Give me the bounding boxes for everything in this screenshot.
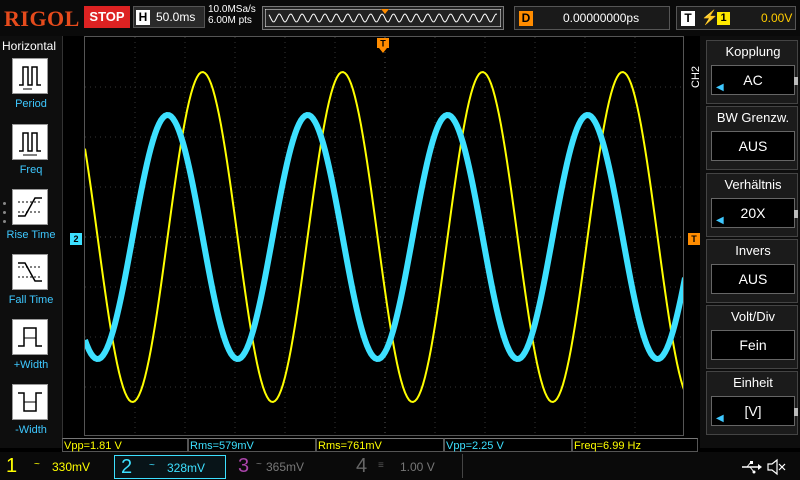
menu-item-label: Fall Time — [8, 294, 54, 306]
brand-logo: RIGOL — [4, 6, 80, 31]
timebase-box[interactable]: H 50.0ms — [133, 6, 205, 28]
trigger-label: T — [681, 11, 695, 26]
freq-icon — [12, 124, 48, 160]
menu-item-period[interactable]: Period — [0, 58, 62, 122]
delay-value: 0.00000000ps — [563, 11, 640, 25]
menu-item-probe-ratio[interactable]: Verhältnis ◀ 20X — [706, 173, 798, 237]
left-menu-title: Horizontal — [2, 39, 57, 53]
memory-overview-bar[interactable] — [262, 6, 504, 30]
memory-trigger-icon — [381, 9, 389, 14]
menu-item-bandwidth-limit[interactable]: BW Grenzw. AUS — [706, 106, 798, 170]
fall-time-icon — [12, 254, 48, 290]
menu-item-title: Volt/Div — [730, 309, 776, 324]
left-menu: Horizontal Period Freq Rise Time Fall Ti… — [0, 36, 63, 448]
measurement-item[interactable]: Rms=579mV — [188, 438, 316, 452]
trigger-position-icon[interactable]: T — [377, 38, 389, 54]
waveform-canvas — [85, 37, 683, 435]
channel-number: 2 — [121, 456, 133, 478]
rise-time-icon — [12, 189, 48, 225]
menu-item-label: Freq — [19, 164, 43, 176]
channel-scale: 330mV — [52, 460, 91, 474]
menu-item-fall-time[interactable]: Fall Time — [0, 254, 62, 318]
menu-item-unit[interactable]: Einheit ◀ [V] — [706, 371, 798, 435]
waveform-display[interactable] — [84, 36, 684, 436]
menu-item-label: -Width — [15, 424, 47, 436]
menu-item-value: AUS — [711, 264, 795, 294]
menu-item-title: Verhältnis — [724, 177, 782, 192]
top-status-bar: RIGOL STOP H 50.0ms 10.0MSa/s 6.00M pts … — [0, 0, 800, 36]
channel-bar: 1 ~ 330mV 2 ~ 328mV 3 ~ 365mV 4 ≡ 1.00 V — [0, 452, 800, 480]
delay-box[interactable]: D 0.00000000ps — [514, 6, 670, 30]
trigger-level-marker[interactable]: T — [688, 233, 700, 245]
ac-coupling-icon: ~ — [256, 459, 262, 470]
side-indicator — [794, 77, 798, 85]
channel-scale: 1.00 V — [400, 460, 435, 474]
menu-item-positive-width[interactable]: +Width — [0, 319, 62, 383]
menu-item-title: Invers — [735, 243, 771, 258]
divider — [462, 454, 463, 478]
measurement-bar: Vpp=1.81 V Rms=579mV Rms=761mV Vpp=2.25 … — [62, 438, 698, 452]
menu-item-coupling[interactable]: Kopplung ◀ AC — [706, 40, 798, 104]
right-menu: Kopplung ◀ AC BW Grenzw. AUS Verhältnis ◀… — [700, 36, 800, 448]
run-stop-button[interactable]: STOP — [84, 6, 130, 28]
menu-item-value: AUS — [711, 131, 795, 161]
menu-item-rise-time[interactable]: Rise Time — [0, 189, 62, 253]
menu-item-title: Kopplung — [725, 44, 781, 59]
ch2-offset-marker[interactable]: 2 — [70, 233, 82, 245]
channel-scale: 328mV — [167, 461, 206, 475]
acquisition-info: 10.0MSa/s 6.00M pts — [208, 4, 256, 26]
trigger-box[interactable]: T ⚡ 1 0.00V — [676, 6, 796, 30]
left-arrow-icon: ◀ — [716, 215, 724, 226]
measurement-item[interactable]: Vpp=1.81 V — [62, 438, 188, 452]
channel-number: 1 — [6, 455, 18, 477]
channel-scale: 365mV — [266, 460, 305, 474]
left-arrow-icon: ◀ — [716, 82, 724, 93]
sample-rate: 10.0MSa/s — [208, 4, 256, 15]
side-indicator — [794, 408, 798, 416]
measurement-item[interactable]: Vpp=2.25 V — [444, 438, 572, 452]
side-indicator — [794, 210, 798, 218]
menu-item-volts-div[interactable]: Volt/Div Fein — [706, 305, 798, 369]
menu-item-label: +Width — [13, 359, 49, 371]
menu-item-value: ◀ AC — [711, 65, 795, 95]
menu-item-negative-width[interactable]: -Width — [0, 384, 62, 448]
rising-edge-icon: ⚡ — [701, 9, 719, 25]
dc-coupling-icon: ≡ — [378, 460, 384, 471]
menu-item-freq[interactable]: Freq — [0, 124, 62, 188]
positive-width-icon — [12, 319, 48, 355]
speaker-muted-icon[interactable] — [766, 458, 786, 476]
ac-coupling-icon: ~ — [149, 460, 155, 471]
menu-item-label: Period — [15, 98, 47, 110]
menu-item-label: Rise Time — [6, 229, 56, 241]
ac-coupling-icon: ~ — [34, 459, 40, 470]
channel-tag: CH2 — [690, 65, 702, 88]
channel-number: 3 — [238, 455, 250, 477]
channel-4-box[interactable]: 4 ≡ 1.00 V — [350, 455, 462, 479]
menu-item-value: ◀ 20X — [711, 198, 795, 228]
channel-number: 4 — [356, 455, 368, 477]
trigger-level: 0.00V — [761, 11, 793, 25]
usb-icon — [742, 461, 762, 474]
channel-3-box[interactable]: 3 ~ 365mV — [232, 455, 344, 479]
memory-depth: 6.00M pts — [208, 15, 252, 26]
channel-1-box[interactable]: 1 ~ 330mV — [0, 455, 112, 479]
memory-overview-waveform — [265, 9, 501, 27]
menu-item-value: Fein — [711, 330, 795, 360]
timebase-value: 50.0ms — [156, 10, 196, 24]
timebase-label: H — [136, 10, 150, 25]
measurement-item[interactable]: Freq=6.99 Hz — [572, 438, 698, 452]
negative-width-icon — [12, 384, 48, 420]
menu-item-invert[interactable]: Invers AUS — [706, 239, 798, 303]
period-icon — [12, 58, 48, 94]
channel-2-box[interactable]: 2 ~ 328mV — [114, 455, 226, 479]
trigger-channel: 1 — [717, 12, 730, 25]
delay-label: D — [519, 11, 533, 26]
menu-item-title: Einheit — [733, 375, 773, 390]
svg-text:T: T — [380, 39, 386, 49]
left-arrow-icon: ◀ — [716, 413, 724, 424]
menu-item-value: ◀ [V] — [711, 396, 795, 426]
menu-item-title: BW Grenzw. — [716, 110, 790, 125]
measurement-item[interactable]: Rms=761mV — [316, 438, 444, 452]
